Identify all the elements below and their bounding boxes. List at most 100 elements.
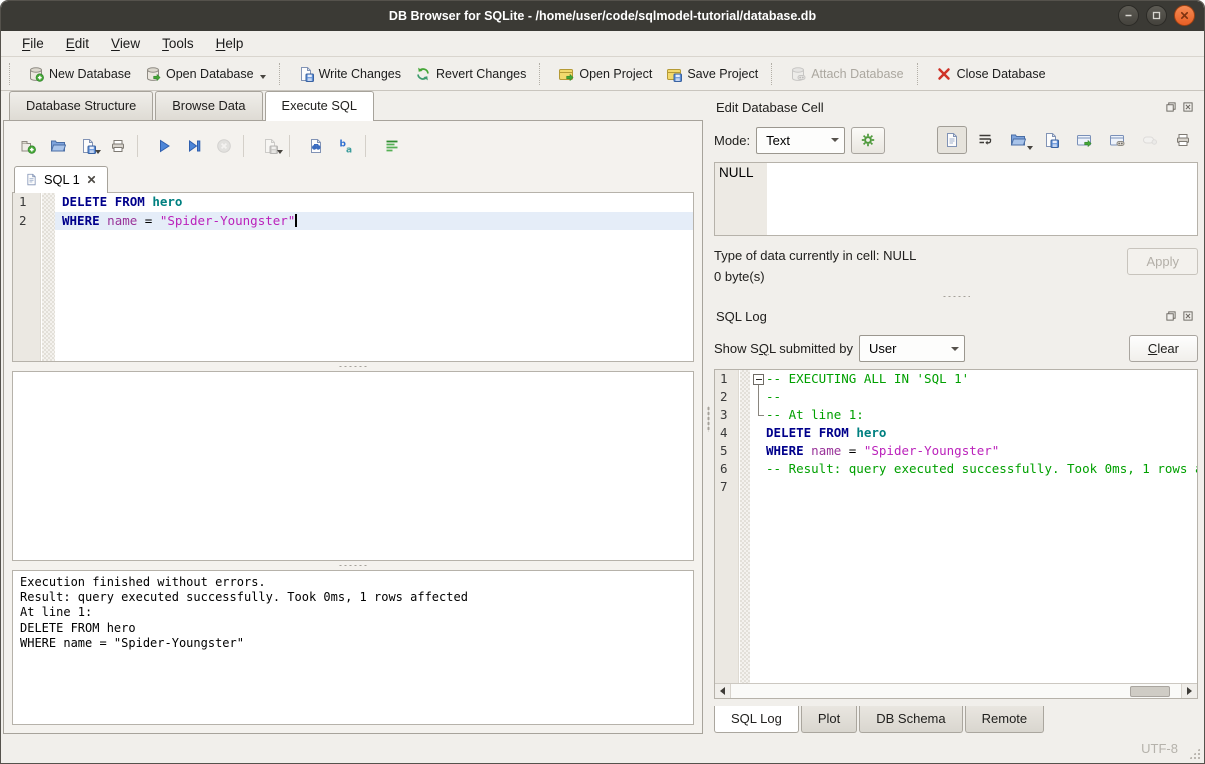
open-database-button[interactable]: Open Database [138, 61, 273, 87]
open-project-icon [558, 66, 574, 82]
fold-elbow-icon[interactable] [750, 406, 766, 424]
menu-edit[interactable]: Edit [55, 33, 100, 54]
menu-tools[interactable]: Tools [151, 33, 205, 54]
float-panel-icon[interactable] [1165, 101, 1177, 113]
submitted-by-value: User [860, 341, 945, 356]
editor-line[interactable]: 2WHERE name = "Spider-Youngster" [13, 212, 693, 231]
find-replace-button[interactable]: ba [332, 133, 360, 159]
edit-cell-controls: Mode: Text [714, 126, 1198, 154]
results-message-splitter[interactable] [12, 561, 694, 570]
editor-line[interactable]: 1DELETE FROM hero [13, 193, 693, 212]
save-project-button[interactable]: Save Project [659, 61, 765, 87]
revert-changes-button[interactable]: Revert Changes [408, 61, 533, 87]
text-mode-button[interactable] [937, 126, 967, 154]
find-button[interactable] [302, 133, 330, 159]
token: FROM [115, 194, 145, 209]
menu-bar: FileEditViewToolsHelp [1, 31, 1204, 57]
auto-switch-mode-button[interactable] [851, 127, 885, 154]
dock-tab-sql-log[interactable]: SQL Log [714, 706, 799, 733]
open-sql-file-button[interactable] [44, 133, 72, 159]
message-line: At line 1: [20, 605, 686, 620]
main-toolbar: New Database Open Database Write ChangesRe… [1, 57, 1204, 91]
menu-view[interactable]: View [100, 33, 151, 54]
encoding-indicator[interactable]: UTF-8 [1141, 741, 1178, 756]
fold-line-icon[interactable] [750, 388, 766, 406]
open-sql-tab-button[interactable] [14, 133, 42, 159]
format-sql-button[interactable] [378, 133, 406, 159]
new-database-button[interactable]: New Database [21, 61, 138, 87]
execute-all-button[interactable] [150, 133, 178, 159]
cell-info-row: Type of data currently in cell: NULL 0 b… [714, 248, 1198, 290]
open-project-button[interactable]: Open Project [551, 61, 659, 87]
tab-execute-sql[interactable]: Execute SQL [265, 91, 374, 121]
editor-results-splitter[interactable] [12, 362, 694, 371]
marker-cell [739, 424, 750, 442]
resize-grip-icon[interactable] [1188, 747, 1201, 760]
main-vertical-splitter[interactable] [705, 91, 712, 734]
tab-browse-data[interactable]: Browse Data [155, 91, 262, 120]
save-sql-file-button[interactable] [74, 133, 102, 159]
token: hero [152, 194, 182, 209]
fold-collapse-icon[interactable] [750, 370, 766, 388]
mode-select[interactable]: Text [756, 127, 845, 154]
attach-database-icon [790, 66, 806, 82]
token: = [841, 443, 864, 458]
find-replace-icon: ba [338, 138, 354, 154]
dock-tab-db-schema[interactable]: DB Schema [859, 706, 962, 733]
export-data-icon [1043, 132, 1059, 148]
dock-splitter[interactable] [714, 290, 1198, 302]
cell-value-editor[interactable]: NULL [714, 162, 1198, 236]
sql-log-view[interactable]: 1-- EXECUTING ALL IN 'SQL 1'2--3-- At li… [714, 369, 1198, 699]
token: "Spider-Youngster" [160, 213, 295, 228]
open-in-external-button[interactable] [1069, 126, 1099, 154]
close-icon [1179, 10, 1190, 21]
dock-tab-remote[interactable]: Remote [965, 706, 1045, 733]
print-cell-button[interactable] [1168, 126, 1198, 154]
menu-help[interactable]: Help [205, 33, 255, 54]
close-button[interactable] [1174, 5, 1195, 26]
toolbar-button-label: New Database [49, 67, 131, 81]
token: hero [856, 425, 886, 440]
marker-cell [41, 193, 55, 212]
close-tab-icon[interactable] [86, 174, 97, 185]
toolbar-separator [365, 135, 373, 157]
token: WHERE [62, 213, 100, 228]
menu-file[interactable]: File [11, 33, 55, 54]
word-wrap-button[interactable] [970, 126, 1000, 154]
apply-button[interactable]: Apply [1127, 248, 1198, 275]
log-text: 1-- EXECUTING ALL IN 'SQL 1'2--3-- At li… [715, 370, 1197, 496]
chevron-down-icon [95, 150, 101, 154]
print-button[interactable] [104, 133, 132, 159]
close-panel-icon[interactable] [1182, 101, 1194, 113]
maximize-button[interactable] [1146, 5, 1167, 26]
export-data-button[interactable] [1036, 126, 1066, 154]
tab-database-structure[interactable]: Database Structure [9, 91, 153, 120]
window-controls [1118, 5, 1195, 26]
close-database-button[interactable]: Close Database [929, 61, 1053, 87]
execute-sql-page: ba SQL 1 1DELETE FROM hero2WHERE name = … [3, 120, 703, 734]
dock-tab-plot[interactable]: Plot [801, 706, 857, 733]
stop-icon [216, 138, 232, 154]
log-horizontal-scrollbar[interactable] [715, 683, 1197, 698]
import-data-button[interactable] [1003, 126, 1033, 154]
minimize-button[interactable] [1118, 5, 1139, 26]
sql-doc-tab[interactable]: SQL 1 [14, 166, 108, 193]
fold-column [750, 442, 766, 460]
toolbar-separator [539, 63, 545, 85]
float-panel-icon[interactable] [1165, 310, 1177, 322]
scrollbar-thumb[interactable] [1130, 686, 1171, 697]
execute-line-button[interactable] [180, 133, 208, 159]
code-text: DELETE FROM hero [766, 424, 1197, 442]
close-panel-icon[interactable] [1182, 310, 1194, 322]
editor-text[interactable]: 1DELETE FROM hero2WHERE name = "Spider-Y… [13, 193, 693, 230]
execute-line-icon [186, 138, 202, 154]
write-changes-button[interactable]: Write Changes [291, 61, 408, 87]
submitted-by-select[interactable]: User [859, 335, 965, 362]
code-text: DELETE FROM hero [55, 193, 693, 212]
sql-editor[interactable]: 1DELETE FROM hero2WHERE name = "Spider-Y… [12, 192, 694, 362]
link-button[interactable] [1102, 126, 1132, 154]
clear-button[interactable]: Clear [1129, 335, 1198, 362]
marker-cell [739, 388, 750, 406]
scroll-right-button[interactable] [1181, 684, 1197, 698]
scroll-left-button[interactable] [715, 684, 731, 698]
